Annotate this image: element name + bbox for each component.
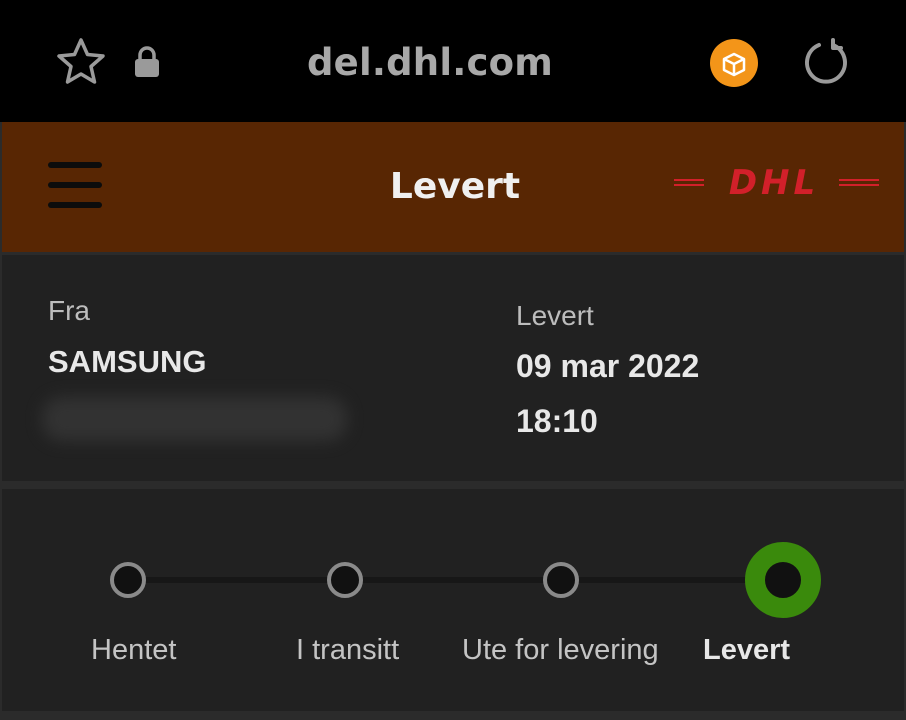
step-label-levert: Levert: [703, 634, 791, 666]
step-dot-i-transitt: [327, 562, 363, 598]
redacted-address: [42, 397, 347, 441]
dhl-logo: DHL: [674, 163, 879, 203]
step-label-i-transitt: I transitt: [296, 634, 400, 666]
delivery-time: 18:10: [516, 403, 598, 439]
progress-track: [128, 577, 784, 583]
progress-tracker: Hentet I transitt Ute for levering Lever…: [2, 489, 904, 711]
step-dot-ute-for-levering: [543, 562, 579, 598]
delivery-date: 09 mar 2022: [516, 348, 700, 384]
sender-name: SAMSUNG: [48, 344, 207, 379]
browser-toolbar: del.dhl.com: [0, 0, 906, 122]
page-title: Levert: [389, 166, 521, 207]
lock-icon: [135, 46, 159, 77]
extension-icon[interactable]: [710, 39, 758, 87]
star-icon[interactable]: [56, 37, 106, 87]
step-dot-levert: [745, 542, 821, 618]
step-dot-hentet: [110, 562, 146, 598]
from-label: Fra: [48, 295, 90, 326]
step-label-hentet: Hentet: [91, 634, 177, 666]
svg-text:DHL: DHL: [729, 163, 819, 203]
shipment-info-card: Fra SAMSUNG Levert 09 mar 2022 18:10: [2, 255, 904, 481]
hamburger-icon[interactable]: [48, 162, 102, 208]
url-bar[interactable]: del.dhl.com: [250, 38, 610, 88]
step-label-ute-for-levering: Ute for levering: [462, 634, 659, 666]
reload-icon[interactable]: [800, 36, 852, 88]
page-content: Levert DHL Fra SAMSUNG Levert 09 mar 202…: [0, 122, 906, 720]
status-label: Levert: [516, 300, 594, 331]
